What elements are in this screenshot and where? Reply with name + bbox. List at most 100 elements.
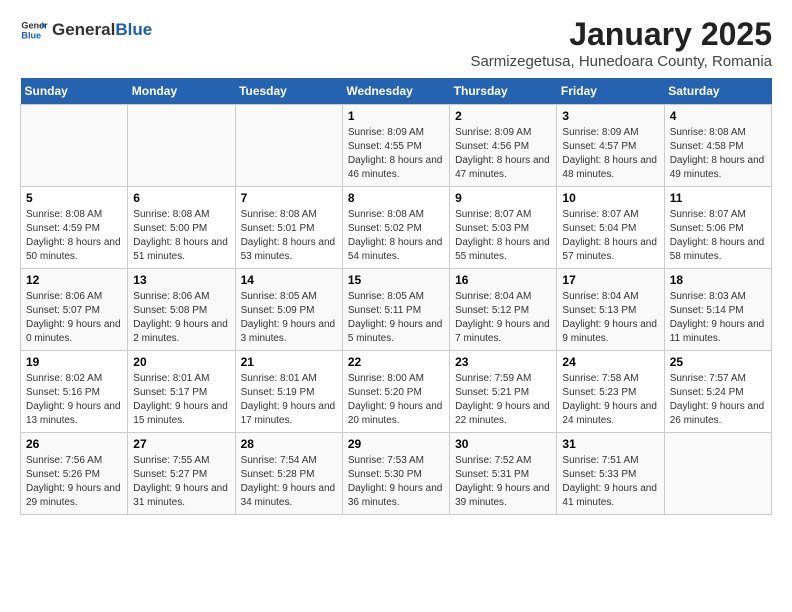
calendar-cell bbox=[235, 105, 342, 187]
calendar-cell: 16 Sunrise: 8:04 AM Sunset: 5:12 PM Dayli… bbox=[450, 269, 557, 351]
day-info: Sunrise: 7:53 AM Sunset: 5:30 PM Dayligh… bbox=[348, 454, 444, 510]
calendar-cell: 6 Sunrise: 8:08 AM Sunset: 5:00 PM Daylig… bbox=[128, 187, 235, 269]
day-number: 15 bbox=[348, 273, 444, 287]
calendar-cell: 30 Sunrise: 7:52 AM Sunset: 5:31 PM Dayli… bbox=[450, 433, 557, 515]
day-info: Sunrise: 8:08 AM Sunset: 4:59 PM Dayligh… bbox=[26, 208, 122, 264]
calendar-cell: 29 Sunrise: 7:53 AM Sunset: 5:30 PM Dayli… bbox=[342, 433, 449, 515]
day-number: 9 bbox=[455, 191, 551, 205]
calendar-cell: 28Sunrise: 7:54 AM Sunset: 5:28 PM Dayli… bbox=[235, 433, 342, 515]
day-number: 19 bbox=[26, 355, 122, 369]
header: General Blue GeneralBlue January 2025 Sa… bbox=[20, 16, 772, 70]
calendar-cell: 3 Sunrise: 8:09 AM Sunset: 4:57 PM Daylig… bbox=[557, 105, 664, 187]
day-info: Sunrise: 8:09 AM Sunset: 4:57 PM Dayligh… bbox=[562, 126, 658, 182]
calendar-cell: 1Sunrise: 8:09 AM Sunset: 4:55 PM Daylig… bbox=[342, 105, 449, 187]
day-number: 17 bbox=[562, 273, 658, 287]
title-area: January 2025 Sarmizegetusa, Hunedoara Co… bbox=[470, 16, 772, 70]
day-info: Sunrise: 8:06 AM Sunset: 5:07 PM Dayligh… bbox=[26, 290, 122, 346]
svg-text:Blue: Blue bbox=[21, 30, 41, 40]
logo-general: General bbox=[52, 20, 115, 39]
day-info: Sunrise: 8:08 AM Sunset: 5:00 PM Dayligh… bbox=[133, 208, 229, 264]
day-info: Sunrise: 7:57 AM Sunset: 5:24 PM Dayligh… bbox=[670, 372, 766, 428]
day-number: 31 bbox=[562, 437, 658, 451]
day-number: 20 bbox=[133, 355, 229, 369]
page-subtitle: Sarmizegetusa, Hunedoara County, Romania bbox=[470, 53, 772, 70]
day-info: Sunrise: 8:00 AM Sunset: 5:20 PM Dayligh… bbox=[348, 372, 444, 428]
calendar-table: SundayMondayTuesdayWednesdayThursdayFrid… bbox=[20, 78, 772, 515]
logo-blue: Blue bbox=[115, 20, 152, 39]
day-info: Sunrise: 8:07 AM Sunset: 5:04 PM Dayligh… bbox=[562, 208, 658, 264]
calendar-cell: 20 Sunrise: 8:01 AM Sunset: 5:17 PM Dayli… bbox=[128, 351, 235, 433]
calendar-cell: 13 Sunrise: 8:06 AM Sunset: 5:08 PM Dayli… bbox=[128, 269, 235, 351]
calendar-cell bbox=[21, 105, 128, 187]
weekday-header-tuesday: Tuesday bbox=[235, 78, 342, 105]
calendar-cell: 5 Sunrise: 8:08 AM Sunset: 4:59 PM Daylig… bbox=[21, 187, 128, 269]
day-number: 5 bbox=[26, 191, 122, 205]
day-info: Sunrise: 8:08 AM Sunset: 5:02 PM Dayligh… bbox=[348, 208, 444, 264]
weekday-header-sunday: Sunday bbox=[21, 78, 128, 105]
day-info: Sunrise: 8:04 AM Sunset: 5:12 PM Dayligh… bbox=[455, 290, 551, 346]
calendar-cell: 25Sunrise: 7:57 AM Sunset: 5:24 PM Dayli… bbox=[664, 351, 771, 433]
page-title: January 2025 bbox=[470, 16, 772, 53]
calendar-cell: 12 Sunrise: 8:06 AM Sunset: 5:07 PM Dayli… bbox=[21, 269, 128, 351]
day-number: 8 bbox=[348, 191, 444, 205]
day-info: Sunrise: 8:08 AM Sunset: 4:58 PM Dayligh… bbox=[670, 126, 766, 182]
weekday-header-thursday: Thursday bbox=[450, 78, 557, 105]
calendar-cell: 24Sunrise: 7:58 AM Sunset: 5:23 PM Dayli… bbox=[557, 351, 664, 433]
day-number: 10 bbox=[562, 191, 658, 205]
day-info: Sunrise: 8:07 AM Sunset: 5:03 PM Dayligh… bbox=[455, 208, 551, 264]
day-info: Sunrise: 7:56 AM Sunset: 5:26 PM Dayligh… bbox=[26, 454, 122, 510]
calendar-cell: 10 Sunrise: 8:07 AM Sunset: 5:04 PM Dayli… bbox=[557, 187, 664, 269]
calendar-cell bbox=[128, 105, 235, 187]
day-info: Sunrise: 8:05 AM Sunset: 5:11 PM Dayligh… bbox=[348, 290, 444, 346]
calendar-cell: 22 Sunrise: 8:00 AM Sunset: 5:20 PM Dayli… bbox=[342, 351, 449, 433]
calendar-cell: 31 Sunrise: 7:51 AM Sunset: 5:33 PM Dayli… bbox=[557, 433, 664, 515]
day-info: Sunrise: 7:52 AM Sunset: 5:31 PM Dayligh… bbox=[455, 454, 551, 510]
weekday-header-monday: Monday bbox=[128, 78, 235, 105]
day-info: Sunrise: 7:55 AM Sunset: 5:27 PM Dayligh… bbox=[133, 454, 229, 510]
day-number: 4 bbox=[670, 109, 766, 123]
logo: General Blue GeneralBlue bbox=[20, 16, 152, 44]
day-number: 30 bbox=[455, 437, 551, 451]
day-number: 6 bbox=[133, 191, 229, 205]
day-info: Sunrise: 8:04 AM Sunset: 5:13 PM Dayligh… bbox=[562, 290, 658, 346]
day-number: 14 bbox=[241, 273, 337, 287]
day-info: Sunrise: 8:03 AM Sunset: 5:14 PM Dayligh… bbox=[670, 290, 766, 346]
day-number: 13 bbox=[133, 273, 229, 287]
day-number: 23 bbox=[455, 355, 551, 369]
day-info: Sunrise: 8:09 AM Sunset: 4:55 PM Dayligh… bbox=[348, 126, 444, 182]
weekday-header-friday: Friday bbox=[557, 78, 664, 105]
day-number: 11 bbox=[670, 191, 766, 205]
day-number: 21 bbox=[241, 355, 337, 369]
day-number: 27 bbox=[133, 437, 229, 451]
calendar-cell: 9 Sunrise: 8:07 AM Sunset: 5:03 PM Daylig… bbox=[450, 187, 557, 269]
day-number: 3 bbox=[562, 109, 658, 123]
day-info: Sunrise: 8:01 AM Sunset: 5:17 PM Dayligh… bbox=[133, 372, 229, 428]
weekday-header-saturday: Saturday bbox=[664, 78, 771, 105]
day-number: 26 bbox=[26, 437, 122, 451]
day-number: 18 bbox=[670, 273, 766, 287]
calendar-cell: 21Sunrise: 8:01 AM Sunset: 5:19 PM Dayli… bbox=[235, 351, 342, 433]
calendar-cell: 18 Sunrise: 8:03 AM Sunset: 5:14 PM Dayli… bbox=[664, 269, 771, 351]
day-info: Sunrise: 8:06 AM Sunset: 5:08 PM Dayligh… bbox=[133, 290, 229, 346]
day-info: Sunrise: 8:08 AM Sunset: 5:01 PM Dayligh… bbox=[241, 208, 337, 264]
calendar-cell: 15 Sunrise: 8:05 AM Sunset: 5:11 PM Dayli… bbox=[342, 269, 449, 351]
calendar-cell: 4 Sunrise: 8:08 AM Sunset: 4:58 PM Daylig… bbox=[664, 105, 771, 187]
day-number: 22 bbox=[348, 355, 444, 369]
calendar-cell: 14 Sunrise: 8:05 AM Sunset: 5:09 PM Dayli… bbox=[235, 269, 342, 351]
day-number: 29 bbox=[348, 437, 444, 451]
day-number: 16 bbox=[455, 273, 551, 287]
day-info: Sunrise: 7:51 AM Sunset: 5:33 PM Dayligh… bbox=[562, 454, 658, 510]
calendar-cell: 8 Sunrise: 8:08 AM Sunset: 5:02 PM Daylig… bbox=[342, 187, 449, 269]
weekday-header-wednesday: Wednesday bbox=[342, 78, 449, 105]
day-info: Sunrise: 8:09 AM Sunset: 4:56 PM Dayligh… bbox=[455, 126, 551, 182]
calendar-cell: 19Sunrise: 8:02 AM Sunset: 5:16 PM Dayli… bbox=[21, 351, 128, 433]
day-number: 12 bbox=[26, 273, 122, 287]
day-number: 2 bbox=[455, 109, 551, 123]
calendar-cell: 17 Sunrise: 8:04 AM Sunset: 5:13 PM Dayli… bbox=[557, 269, 664, 351]
day-info: Sunrise: 8:05 AM Sunset: 5:09 PM Dayligh… bbox=[241, 290, 337, 346]
day-number: 24 bbox=[562, 355, 658, 369]
calendar-cell: 27 Sunrise: 7:55 AM Sunset: 5:27 PM Dayli… bbox=[128, 433, 235, 515]
day-info: Sunrise: 7:59 AM Sunset: 5:21 PM Dayligh… bbox=[455, 372, 551, 428]
day-number: 7 bbox=[241, 191, 337, 205]
day-number: 28 bbox=[241, 437, 337, 451]
